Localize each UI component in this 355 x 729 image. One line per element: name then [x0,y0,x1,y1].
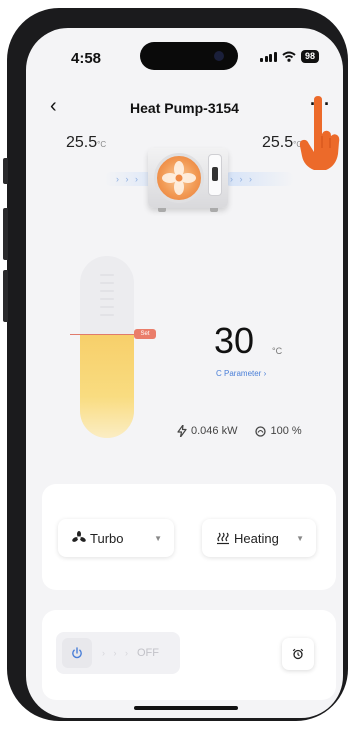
mute-switch [3,158,8,184]
percent-reading: 100 % [270,425,302,437]
power-slider[interactable]: › › › OFF [56,632,180,674]
power-state-label: OFF [137,647,159,659]
tank-fill-level [80,334,134,438]
inlet-temperature-value: 25.5 [66,134,98,151]
outflow-arrows: › › › [224,172,294,186]
home-indicator [134,706,238,710]
battery-icon: 98 [300,50,319,63]
gauge-icon [255,425,267,437]
outlet-temperature-value: 25.5 [262,134,294,151]
tank-markings [100,274,114,334]
wifi-icon [282,51,296,62]
fan-icon [72,531,86,542]
set-badge[interactable]: Set [134,329,156,339]
power-icon [72,647,82,659]
fan-mode-value: Turbo [90,530,124,546]
volume-down-button [3,270,8,322]
signal-icon [260,51,277,62]
status-icons: 98 [260,50,319,63]
alarm-clock-icon [292,648,304,660]
heat-pump-unit-image [148,148,228,212]
power-reading: 0.046 kW [191,425,238,437]
unit-control-panel [208,154,222,196]
chevron-down-icon: ▼ [154,533,162,543]
dynamic-island [140,42,238,70]
stats-row: 0.046 kW 100 % [177,425,302,437]
set-temperature: 30 [214,320,255,361]
unit-foot [210,208,218,212]
front-camera [214,51,224,61]
inlet-temperature-unit: °C [97,140,107,149]
fan-mode-dropdown[interactable]: Turbo ▼ [58,519,174,557]
chevron-down-icon: ▼ [296,533,304,543]
volume-up-button [3,208,8,260]
pointing-hand-icon [299,96,340,170]
operating-mode-value: Heating [234,530,279,546]
slide-arrows: › › › [102,648,131,658]
water-tank-gauge[interactable] [80,256,134,438]
inlet-temperature: 25.5°C [66,134,106,152]
set-temperature-unit: °C [272,346,283,356]
timer-button[interactable] [282,638,314,670]
bolt-icon [177,425,187,437]
fan-graphic [154,153,204,203]
parameter-link[interactable]: C Parameter › [216,369,266,378]
power-button[interactable] [62,638,92,668]
operating-mode-dropdown[interactable]: Heating ▼ [202,519,316,557]
unit-foot [158,208,166,212]
status-time: 4:58 [71,50,102,67]
heating-icon [217,532,229,545]
